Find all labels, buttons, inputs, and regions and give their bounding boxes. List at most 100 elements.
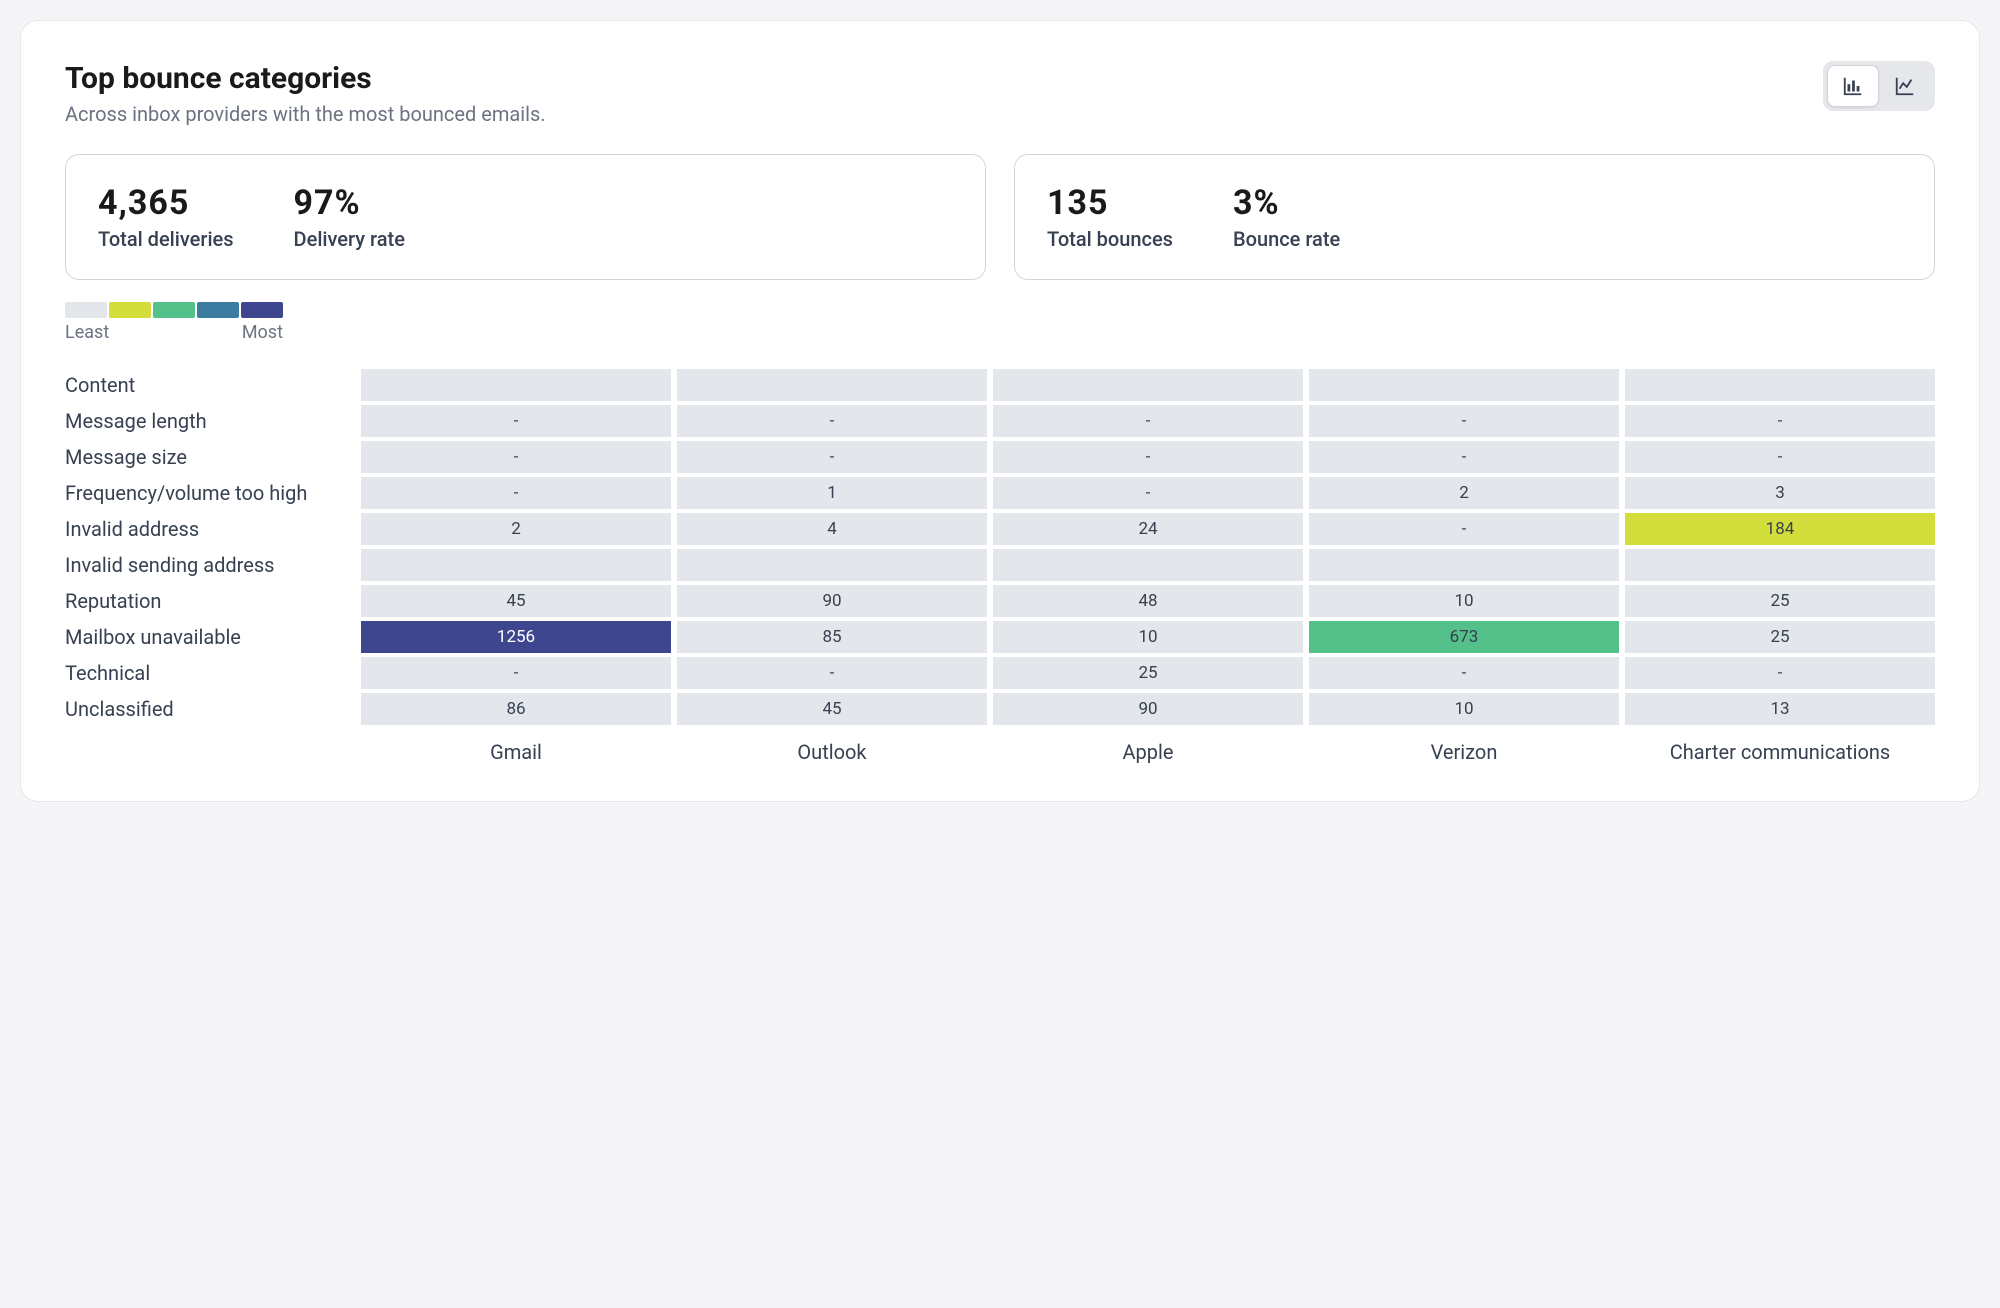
heatmap-row-label: Unclassified: [65, 693, 355, 725]
heatmap-cell: 25: [1625, 621, 1935, 653]
bar-chart-view-button[interactable]: [1827, 65, 1879, 107]
heatmap-cell: 4: [677, 513, 987, 545]
legend-swatch-3: [197, 302, 239, 318]
heatmap-cell: [1625, 369, 1935, 401]
deliveries-stat-card: 4,365 Total deliveries 97% Delivery rate: [65, 154, 986, 280]
bar-chart-icon: [1842, 75, 1864, 97]
heatmap-cell: -: [361, 657, 671, 689]
header-text: Top bounce categories Across inbox provi…: [65, 61, 546, 126]
line-chart-icon: [1894, 75, 1916, 97]
total-deliveries-value: 4,365: [98, 183, 234, 223]
legend-swatches: [65, 302, 1935, 318]
heatmap-row-label: Invalid address: [65, 513, 355, 545]
heatmap-cell: 2: [1309, 477, 1619, 509]
heatmap-cell: 90: [993, 693, 1303, 725]
heatmap-cell: -: [361, 405, 671, 437]
heatmap-cell: 10: [993, 621, 1303, 653]
heatmap-cell: -: [361, 441, 671, 473]
heatmap-row-label: Message size: [65, 441, 355, 473]
total-deliveries-label: Total deliveries: [98, 227, 234, 251]
heatmap-cell: -: [677, 441, 987, 473]
bounce-rate-stat: 3% Bounce rate: [1233, 183, 1340, 251]
heatmap-row-label: Content: [65, 369, 355, 401]
heatmap-cell: 3: [1625, 477, 1935, 509]
heatmap-cell: 184: [1625, 513, 1935, 545]
legend-swatch-0: [65, 302, 107, 318]
heatmap-cell: 86: [361, 693, 671, 725]
bounce-categories-card: Top bounce categories Across inbox provi…: [20, 20, 1980, 802]
heatmap-cell: [1309, 369, 1619, 401]
bounce-rate-value: 3%: [1233, 183, 1340, 223]
heatmap-col-header: Charter communications: [1625, 729, 1935, 765]
heatmap-cell: -: [993, 441, 1303, 473]
bounce-rate-label: Bounce rate: [1233, 227, 1340, 251]
legend-swatch-4: [241, 302, 283, 318]
legend-swatch-1: [109, 302, 151, 318]
heatmap-grid: ContentMessage length-----Message size--…: [65, 369, 1935, 765]
legend-labels: Least Most: [65, 322, 283, 343]
heatmap-cell: 90: [677, 585, 987, 617]
legend-swatch-2: [153, 302, 195, 318]
delivery-rate-label: Delivery rate: [294, 227, 405, 251]
heatmap-cell: [993, 549, 1303, 581]
heatmap-col-header: Gmail: [361, 729, 671, 765]
heatmap-cell: [361, 369, 671, 401]
heatmap-cell: -: [1309, 513, 1619, 545]
heatmap-cell: [993, 369, 1303, 401]
view-toggle: [1823, 61, 1935, 111]
heatmap-legend: Least Most: [65, 302, 1935, 343]
heatmap-cell: [1625, 549, 1935, 581]
delivery-rate-value: 97%: [294, 183, 405, 223]
line-chart-view-button[interactable]: [1879, 65, 1931, 107]
total-bounces-stat: 135 Total bounces: [1047, 183, 1173, 251]
heatmap-cell: -: [993, 405, 1303, 437]
heatmap-cell: 1256: [361, 621, 671, 653]
heatmap-col-header: Apple: [993, 729, 1303, 765]
heatmap-cell: -: [677, 405, 987, 437]
card-subtitle: Across inbox providers with the most bou…: [65, 102, 546, 126]
heatmap-cell: [1309, 549, 1619, 581]
heatmap-row-label: Message length: [65, 405, 355, 437]
heatmap-cell: 2: [361, 513, 671, 545]
heatmap-cell: -: [361, 477, 671, 509]
heatmap-row-label: Invalid sending address: [65, 549, 355, 581]
card-title: Top bounce categories: [65, 61, 546, 96]
heatmap-cell: 10: [1309, 693, 1619, 725]
heatmap-cell: -: [1309, 405, 1619, 437]
heatmap-cell: 45: [361, 585, 671, 617]
heatmap-row-label: Technical: [65, 657, 355, 689]
total-deliveries-stat: 4,365 Total deliveries: [98, 183, 234, 251]
heatmap-cell: [361, 549, 671, 581]
heatmap-cell: 673: [1309, 621, 1619, 653]
heatmap-cell: 25: [993, 657, 1303, 689]
heatmap-cell: 10: [1309, 585, 1619, 617]
heatmap-cell: -: [1309, 657, 1619, 689]
stats-row: 4,365 Total deliveries 97% Delivery rate…: [65, 154, 1935, 280]
heatmap-cell: -: [677, 657, 987, 689]
legend-most-label: Most: [242, 322, 283, 343]
card-header: Top bounce categories Across inbox provi…: [65, 61, 1935, 126]
heatmap-row-label: Mailbox unavailable: [65, 621, 355, 653]
heatmap-cell: 48: [993, 585, 1303, 617]
heatmap-cell: 13: [1625, 693, 1935, 725]
heatmap-cell: [677, 549, 987, 581]
heatmap-cell: -: [1625, 405, 1935, 437]
heatmap-cell: 85: [677, 621, 987, 653]
delivery-rate-stat: 97% Delivery rate: [294, 183, 405, 251]
bounces-stat-card: 135 Total bounces 3% Bounce rate: [1014, 154, 1935, 280]
legend-least-label: Least: [65, 322, 109, 343]
total-bounces-value: 135: [1047, 183, 1173, 223]
heatmap-cell: -: [1309, 441, 1619, 473]
heatmap-cell: 45: [677, 693, 987, 725]
heatmap-cell: [677, 369, 987, 401]
heatmap-cell: -: [1625, 441, 1935, 473]
heatmap-row-label: Reputation: [65, 585, 355, 617]
heatmap-cell: -: [993, 477, 1303, 509]
heatmap-row-label: Frequency/volume too high: [65, 477, 355, 509]
heatmap-cell: 24: [993, 513, 1303, 545]
heatmap-cell: 25: [1625, 585, 1935, 617]
heatmap-cell: -: [1625, 657, 1935, 689]
heatmap-cell: 1: [677, 477, 987, 509]
total-bounces-label: Total bounces: [1047, 227, 1173, 251]
heatmap-col-header: Verizon: [1309, 729, 1619, 765]
